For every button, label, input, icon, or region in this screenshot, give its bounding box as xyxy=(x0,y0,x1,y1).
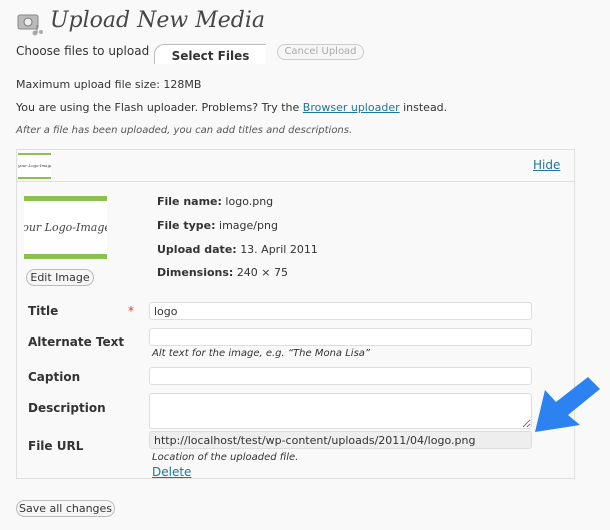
header-thumbnail: your Logo-Image xyxy=(18,153,51,179)
info-label: File type: xyxy=(157,219,216,232)
alternate-text-label: Alternate Text xyxy=(28,335,125,349)
save-all-changes-button[interactable]: Save all changes xyxy=(16,500,115,517)
file-name-info: File name: logo.png xyxy=(157,195,273,208)
file-url-input[interactable] xyxy=(149,431,532,449)
choose-files-label: Choose files to upload xyxy=(16,44,150,58)
title-input[interactable] xyxy=(149,302,532,320)
dimensions-info: Dimensions: 240 × 75 xyxy=(157,266,288,279)
image-thumbnail: your Logo-Image xyxy=(24,196,107,259)
page-title: Upload New Media xyxy=(50,8,265,33)
info-label: Dimensions: xyxy=(157,266,234,279)
file-url-label: File URL xyxy=(28,439,84,453)
upload-date-info: Upload date: 13. April 2011 xyxy=(157,243,318,256)
description-label: Description xyxy=(28,401,106,415)
title-label: Title xyxy=(28,304,59,318)
caption-input[interactable] xyxy=(149,367,532,385)
media-icon xyxy=(17,12,43,36)
alt-text-hint: Alt text for the image, e.g. “The Mona L… xyxy=(152,348,371,359)
flash-uploader-note: You are using the Flash uploader. Proble… xyxy=(16,101,447,114)
info-label: File name: xyxy=(157,195,222,208)
delete-link[interactable]: Delete xyxy=(152,465,191,479)
cancel-upload-button[interactable]: Cancel Upload xyxy=(277,44,364,60)
hide-link[interactable]: Hide xyxy=(533,158,560,172)
media-item-header xyxy=(17,150,574,182)
after-upload-note: After a file has been uploaded, you can … xyxy=(16,125,353,136)
info-label: Upload date: xyxy=(157,243,237,256)
alternate-text-input[interactable] xyxy=(149,328,532,346)
browser-uploader-link[interactable]: Browser uploader xyxy=(303,101,400,114)
file-url-hint: Location of the uploaded file. xyxy=(152,452,299,463)
file-type-info: File type: image/png xyxy=(157,219,278,232)
max-upload-size: Maximum upload file size: 128MB xyxy=(16,78,202,91)
description-textarea[interactable] xyxy=(149,393,532,429)
edit-image-button[interactable]: Edit Image xyxy=(26,269,94,286)
select-files-button[interactable]: Select Files xyxy=(154,44,266,64)
arrow-pointer-icon xyxy=(530,375,610,435)
thumbnail-text: your Logo-Image xyxy=(24,221,107,234)
info-value: image/png xyxy=(219,219,278,232)
flash-text: You are using the Flash uploader. Proble… xyxy=(16,101,303,114)
flash-suffix: instead. xyxy=(399,101,448,114)
info-value: 13. April 2011 xyxy=(240,243,318,256)
info-value: logo.png xyxy=(225,195,274,208)
caption-label: Caption xyxy=(28,370,81,384)
required-mark: * xyxy=(128,304,134,318)
info-value: 240 × 75 xyxy=(236,266,289,279)
